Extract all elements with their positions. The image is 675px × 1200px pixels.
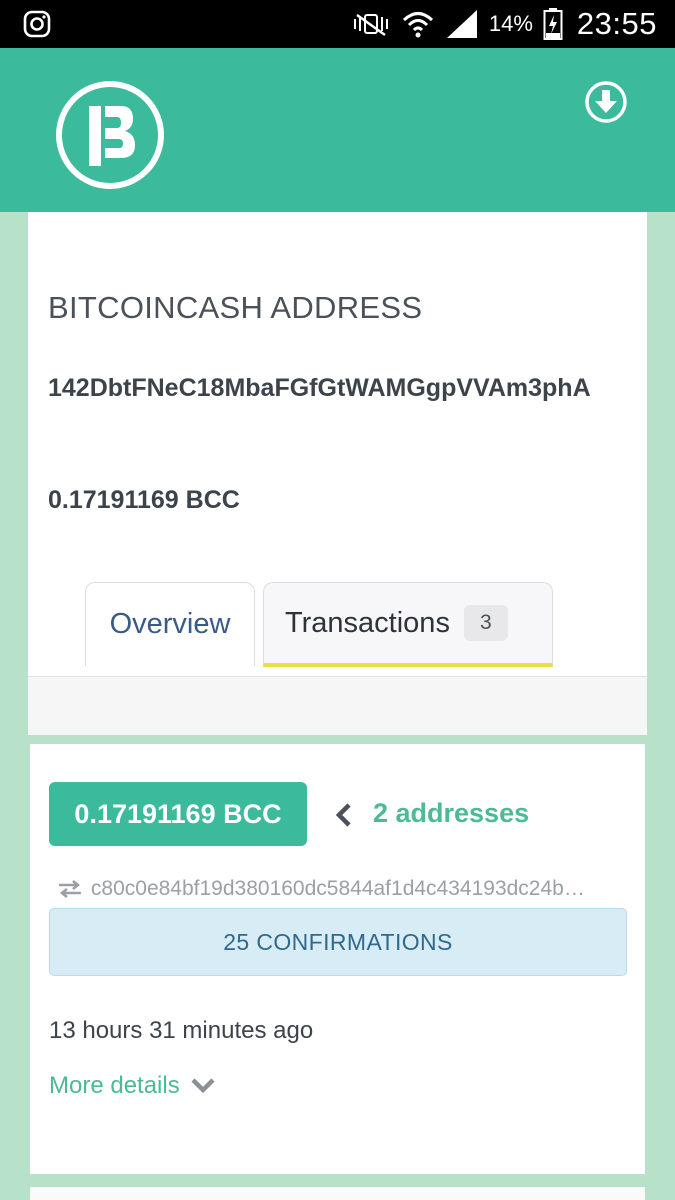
instagram-icon <box>23 10 51 38</box>
exchange-arrows-icon <box>58 880 81 898</box>
transaction-amount-badge: 0.17191169 BCC <box>49 782 307 846</box>
tab-overview-label: Overview <box>109 608 231 640</box>
transaction-hash[interactable]: c80c0e84bf19d380160dc5844af1d4c434193dc2… <box>91 877 637 901</box>
clock-time: 23:55 <box>576 6 657 41</box>
mute-icon <box>353 13 388 37</box>
transaction-hash-row[interactable]: c80c0e84bf19d380160dc5844af1d4c434193dc2… <box>57 874 637 904</box>
tab-overview[interactable]: Overview <box>85 582 255 666</box>
battery-icon <box>543 8 563 40</box>
chevron-down-icon <box>191 1078 215 1094</box>
battery-percent: 14% <box>488 11 533 36</box>
chevron-left-icon[interactable] <box>334 802 354 828</box>
address-card: BITCOINCASH ADDRESS 142DbtFNeC18MbaFGfGt… <box>28 212 647 735</box>
bitcoincash-logo-icon[interactable] <box>55 80 165 190</box>
card-footer-strip <box>28 676 647 735</box>
more-details-label: More details <box>49 1072 180 1099</box>
address-hash[interactable]: 142DbtFNeC18MbaFGfGtWAMGgpVVAm3phA <box>48 372 638 405</box>
tab-transactions-label: Transactions <box>285 606 450 639</box>
address-balance: 0.17191169 BCC <box>48 486 240 514</box>
download-icon[interactable] <box>584 80 628 124</box>
signal-icon <box>446 10 477 38</box>
confirmations-banner: 25 CONFIRMATIONS <box>49 908 627 976</box>
status-bar: 14% 23:55 <box>0 0 675 48</box>
status-icons: 14% 23:55 <box>351 6 657 42</box>
transaction-time: 13 hours 31 minutes ago <box>49 1017 314 1044</box>
more-details-toggle[interactable]: More details <box>49 1072 216 1100</box>
wifi-icon <box>402 12 433 38</box>
address-title: BITCOINCASH ADDRESS <box>48 290 423 325</box>
transaction-card: 0.17191169 BCC 2 addresses c80c0e84bf19d… <box>30 744 645 1174</box>
tab-transactions[interactable]: Transactions 3 <box>263 582 553 667</box>
next-transaction-card <box>30 1187 645 1200</box>
transactions-count-badge: 3 <box>463 605 508 641</box>
addresses-link[interactable]: 2 addresses <box>373 798 529 829</box>
